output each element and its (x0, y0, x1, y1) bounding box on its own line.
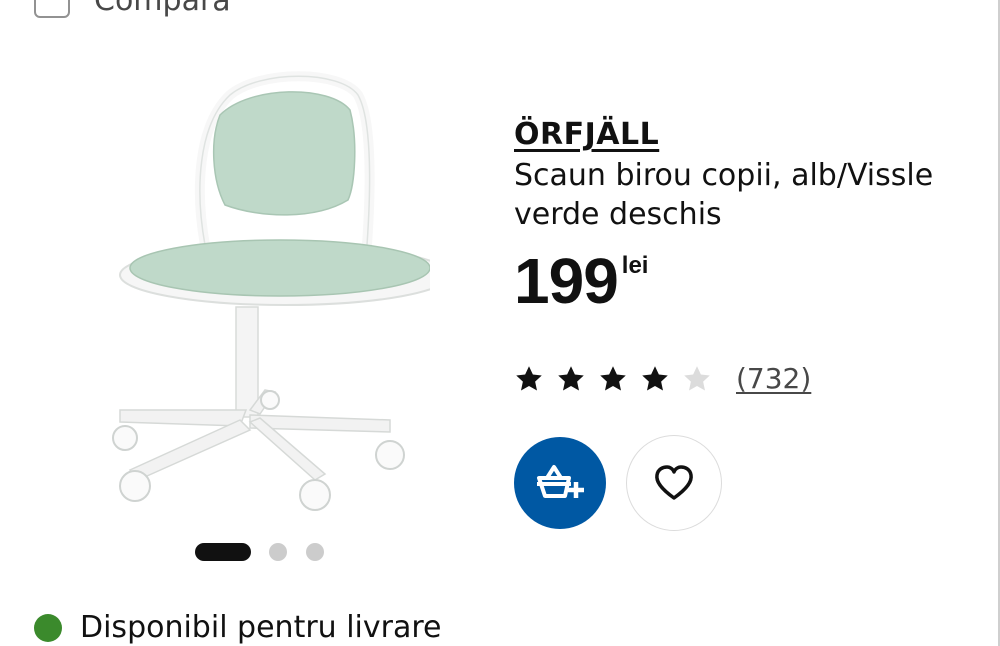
compare-checkbox[interactable] (34, 0, 70, 18)
price-currency: lei (621, 252, 649, 279)
price-value: 199 (514, 245, 619, 317)
add-to-favorites-button[interactable] (626, 435, 722, 531)
compare-control[interactable]: Compară (34, 0, 231, 22)
star-rating (514, 364, 724, 394)
product-price: 199 lei (514, 245, 984, 317)
compare-label: Compară (94, 0, 231, 18)
star-filled-icon (600, 365, 626, 390)
product-image[interactable] (100, 70, 430, 520)
star-filled-icon (642, 365, 668, 390)
review-count-link[interactable]: (732) (736, 362, 811, 395)
carousel-dot-active[interactable] (195, 543, 251, 561)
add-to-basket-icon (537, 465, 584, 498)
image-carousel-indicator (195, 543, 343, 561)
product-name-link[interactable]: ÖRFJÄLL (514, 116, 984, 154)
star-filled-icon (558, 365, 584, 390)
rating-row[interactable]: (732) (514, 362, 811, 395)
availability-status-dot (34, 614, 62, 642)
product-info: ÖRFJÄLL Scaun birou copii, alb/Vissle ve… (514, 116, 984, 317)
heart-icon (655, 465, 693, 500)
availability-status: Disponibil pentru livrare (34, 608, 442, 646)
star-filled-icon (516, 365, 542, 390)
star-empty-icon (684, 365, 710, 390)
product-description: Scaun birou copii, alb/Vissle verde desc… (514, 158, 934, 232)
carousel-dot[interactable] (306, 543, 324, 561)
availability-text: Disponibil pentru livrare (80, 610, 442, 645)
add-to-cart-button[interactable] (514, 437, 606, 529)
carousel-dot[interactable] (269, 543, 287, 561)
